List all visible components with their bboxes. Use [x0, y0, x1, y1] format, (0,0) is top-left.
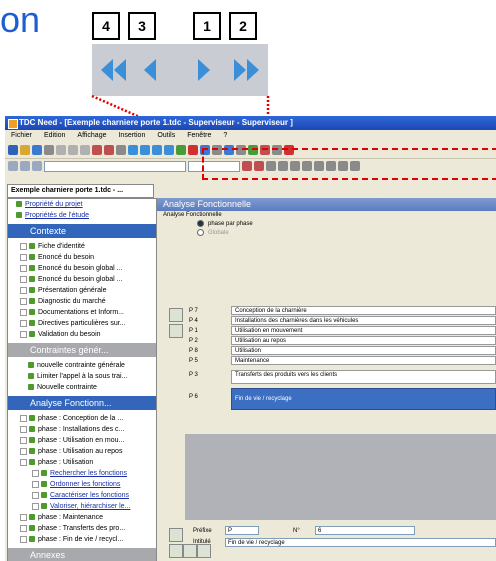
title-field[interactable]: Fin de vie / recyclage — [225, 538, 496, 547]
tree-item-project-properties[interactable]: Propriété du projet — [8, 199, 156, 210]
delete-icon[interactable] — [188, 145, 198, 155]
table-row[interactable]: P 7 Conception de la charnière — [185, 306, 496, 316]
main-title: Analyse Fonctionnelle — [157, 198, 496, 211]
app-window: TDC Need - [Exemple charniere porte 1.td… — [5, 116, 496, 561]
tree-item[interactable]: nouvelle contrainte générale — [8, 360, 156, 371]
validate-button[interactable] — [183, 544, 197, 558]
tree-item-study-properties[interactable]: Propriétés de l'étude — [8, 210, 156, 221]
section-contraintes[interactable]: Contraintes génér... — [8, 343, 156, 357]
tree-folder-icon — [16, 212, 22, 219]
record-tool-button[interactable] — [169, 544, 183, 558]
window-titlebar: TDC Need - [Exemple charniere porte 1.td… — [5, 116, 496, 130]
project-tree: Propriété du projet Propriétés de l'étud… — [7, 198, 157, 561]
print-icon[interactable] — [44, 145, 54, 155]
next-record-small-icon[interactable] — [152, 145, 162, 155]
title-label: Intitulé — [193, 539, 211, 545]
cut-icon[interactable] — [56, 145, 66, 155]
tree-subitem[interactable]: Rechercher les fonctions — [8, 468, 156, 479]
tree-item[interactable]: Documentations et Inform... — [8, 307, 156, 318]
tree-item[interactable]: Enoncé du besoin — [8, 252, 156, 263]
main-panel: Analyse Fonctionnelle Analyse Fonctionne… — [157, 198, 496, 561]
table-row[interactable]: P 5 Maintenance — [185, 356, 496, 366]
main-subtitle: Analyse Fonctionnelle — [163, 212, 222, 218]
prefix-label: Préfixe — [193, 528, 212, 534]
tree-subitem[interactable]: Valoriser, hiérarchiser le... — [8, 501, 156, 512]
app-icon — [8, 119, 18, 129]
tree-subitem[interactable]: Caractériser les fonctions — [8, 490, 156, 501]
tree-item[interactable]: Validation du besoin — [8, 329, 156, 340]
previous-record-small-icon[interactable] — [140, 145, 150, 155]
table-row[interactable]: P 4 Installations des charnières dans les… — [185, 316, 496, 326]
menu-fichier[interactable]: Fichier — [11, 130, 32, 142]
section-annexes[interactable]: Annexes — [8, 548, 156, 561]
nav-highlight-box — [202, 148, 496, 180]
document-tab[interactable]: Exemple charniere porte 1.tdc - ... — [7, 184, 154, 198]
phase-grid: P 7 Conception de la charnière P 4 Install… — [185, 306, 496, 432]
last-record-small-icon[interactable] — [164, 145, 174, 155]
number-field[interactable]: 6 — [315, 526, 415, 535]
undo-icon[interactable] — [92, 145, 102, 155]
empty-grid-area — [185, 434, 496, 520]
tree-subitem[interactable]: Ordonner les fonctions — [8, 479, 156, 490]
tree-item[interactable]: phase : Utilisation — [8, 457, 156, 468]
check-icon[interactable] — [176, 145, 186, 155]
radio-globale[interactable]: Globale — [157, 229, 496, 238]
tree-item[interactable]: Fiche d'identité — [8, 241, 156, 252]
window-title: TDC Need - [Exemple charniere porte 1.td… — [19, 118, 293, 127]
table-row[interactable]: P 2 Utilisation au repos — [185, 336, 496, 346]
table-row[interactable]: P 8 Utilisation — [185, 346, 496, 356]
menu-affichage[interactable]: Affichage — [77, 130, 106, 142]
menu-help[interactable]: ? — [223, 130, 227, 142]
save-icon[interactable] — [32, 145, 42, 155]
section-analyse[interactable]: Analyse Fonctionn... — [8, 396, 156, 410]
find-icon[interactable] — [116, 145, 126, 155]
grid-icon[interactable] — [32, 161, 42, 171]
open-icon[interactable] — [20, 145, 30, 155]
menu-insertion[interactable]: Insertion — [118, 130, 145, 142]
remove-phase-button[interactable] — [169, 324, 183, 338]
new-icon[interactable] — [8, 145, 18, 155]
table-row[interactable]: P 3 Transferts des produits vers les clie… — [185, 370, 496, 384]
tree-item[interactable]: Présentation générale — [8, 285, 156, 296]
tree-item[interactable]: phase : Installations des c... — [8, 424, 156, 435]
tree-item[interactable]: Nouvelle contrainte — [8, 382, 156, 393]
tree-item[interactable]: Limiter l'appel à la sous trai... — [8, 371, 156, 382]
menu-bar: Fichier Edition Affichage Insertion Outi… — [5, 130, 496, 142]
redo-icon[interactable] — [104, 145, 114, 155]
tree-item[interactable]: phase : Maintenance — [8, 512, 156, 523]
paste-icon[interactable] — [80, 145, 90, 155]
tree-item[interactable]: Enoncé du besoin global ... — [8, 263, 156, 274]
radio-dot[interactable] — [197, 229, 204, 237]
zoom-icon[interactable] — [8, 161, 18, 171]
tree-item[interactable]: Directives particulières sur... — [8, 318, 156, 329]
tree-item[interactable]: Enoncé du besoin global ... — [8, 274, 156, 285]
radio-phase-par-phase[interactable]: phase par phase — [157, 220, 496, 229]
tree-item[interactable]: phase : Utilisation en mou... — [8, 435, 156, 446]
menu-edition[interactable]: Edition — [44, 130, 65, 142]
number-label: N° — [293, 528, 300, 534]
first-record-small-icon[interactable] — [128, 145, 138, 155]
font-name-select[interactable] — [44, 160, 186, 172]
view-icon[interactable] — [20, 161, 30, 171]
tree-folder-icon — [16, 201, 22, 208]
radio-dot[interactable] — [197, 220, 204, 227]
table-row-selected[interactable]: P 6 Fin de vie / recyclage — [185, 388, 496, 410]
table-row[interactable]: P 1 Utilisation en mouvement — [185, 326, 496, 336]
tree-item[interactable]: Diagnostic du marché — [8, 296, 156, 307]
menu-fenetre[interactable]: Fenêtre — [187, 130, 211, 142]
menu-outils[interactable]: Outils — [157, 130, 175, 142]
add-phase-button[interactable] — [169, 308, 183, 322]
new-record-button[interactable] — [169, 528, 183, 542]
tree-item[interactable]: phase : Utilisation au repos — [8, 446, 156, 457]
tree-item[interactable]: phase : Conception de la ... — [8, 413, 156, 424]
prefix-field[interactable]: P — [225, 526, 259, 535]
section-contexte[interactable]: Contexte — [8, 224, 156, 238]
tree-item[interactable]: phase : Transferts des pro... — [8, 523, 156, 534]
copy-icon[interactable] — [68, 145, 78, 155]
cancel-button[interactable] — [197, 544, 211, 558]
tree-item[interactable]: phase : Fin de vie / recycl... — [8, 534, 156, 545]
